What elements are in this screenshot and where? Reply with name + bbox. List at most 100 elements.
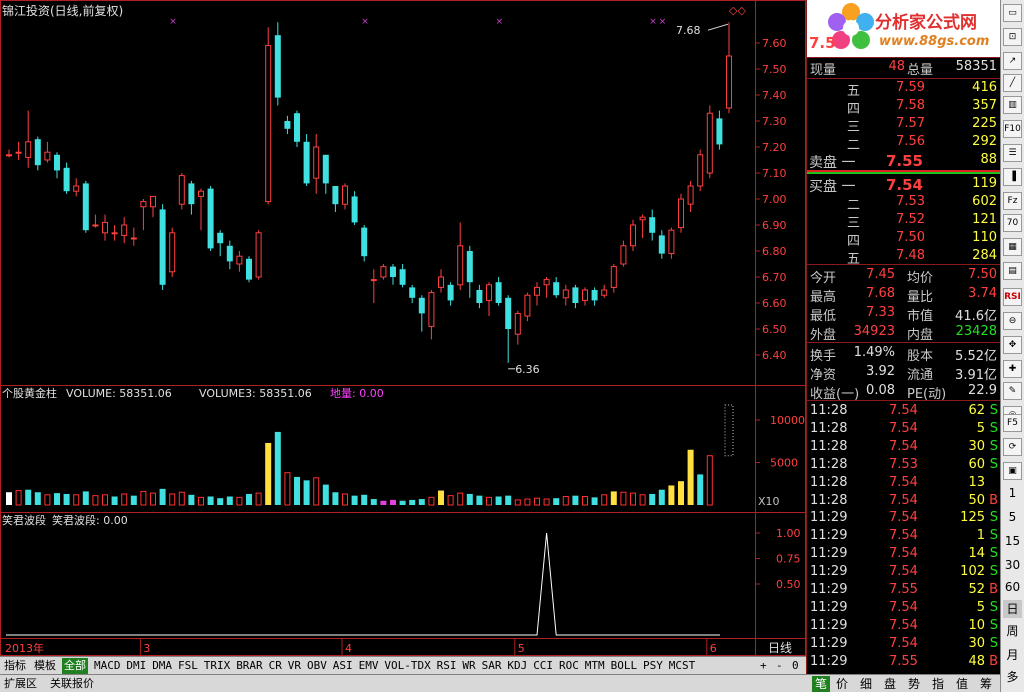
bid-price: 7.54 bbox=[885, 176, 923, 194]
panel-tab[interactable]: 值 bbox=[956, 676, 968, 692]
indicator-tab[interactable]: MACD bbox=[92, 658, 123, 674]
tab-control-button[interactable]: 0 bbox=[790, 658, 801, 674]
tick-price: 7.54 bbox=[889, 564, 918, 580]
tab-control-button[interactable]: + bbox=[758, 658, 769, 674]
candle-body bbox=[678, 198, 684, 229]
tool-green-icon[interactable]: ▣ bbox=[1003, 462, 1022, 480]
candle-body bbox=[543, 279, 550, 286]
tool-period-5[interactable]: 5 bbox=[1003, 508, 1022, 526]
indicator-tab[interactable]: FSL bbox=[176, 658, 200, 674]
stat-row: 收益(一) 0.08 PE(动) 22.9 bbox=[807, 382, 1001, 402]
indicator-tab[interactable]: VR bbox=[286, 658, 303, 674]
tick-time: 11:28 bbox=[810, 420, 848, 436]
panel-tab[interactable]: 势 bbox=[908, 676, 920, 692]
tool-plus-icon[interactable]: ✚ bbox=[1003, 360, 1022, 378]
tool-move-icon[interactable]: ✥ bbox=[1003, 336, 1022, 354]
indicator-tab[interactable]: OBV bbox=[305, 658, 329, 674]
volume-bar bbox=[313, 477, 320, 506]
indicator-tab[interactable]: MCST bbox=[667, 658, 698, 674]
indicator-tab[interactable]: SAR bbox=[480, 658, 504, 674]
tool-period-day[interactable]: 日 bbox=[1003, 600, 1022, 618]
tick-price: 7.54 bbox=[889, 403, 918, 418]
tool-window-icon[interactable]: ▭ bbox=[1003, 4, 1022, 22]
tool-period-15[interactable]: 15 bbox=[1003, 532, 1022, 550]
indicator-tab[interactable]: CCI bbox=[531, 658, 555, 674]
indicator-tab[interactable]: DMI bbox=[124, 658, 148, 674]
indicator-tab[interactable]: EMV bbox=[357, 658, 381, 674]
tool-zoom-icon[interactable]: ⊡ bbox=[1003, 28, 1022, 46]
tool-bar-icon[interactable]: ▥ bbox=[1003, 96, 1022, 114]
indicator-tab[interactable]: BRAR bbox=[234, 658, 265, 674]
tick-side: S bbox=[989, 635, 998, 651]
indicator-tab[interactable]: MTM bbox=[583, 658, 607, 674]
tool-grid-icon[interactable]: ▤ bbox=[1003, 262, 1022, 280]
indicator-tab[interactable]: CR bbox=[267, 658, 284, 674]
tool-pen-icon[interactable]: ✎ bbox=[1003, 382, 1022, 400]
panel-tab[interactable]: 盘 bbox=[884, 676, 896, 692]
tick-time: 11:28 bbox=[810, 438, 848, 454]
panel-tab[interactable]: 笔 bbox=[812, 676, 831, 692]
tool-period-30[interactable]: 30 bbox=[1003, 556, 1022, 574]
candle-body bbox=[217, 232, 224, 244]
kline-chart-area[interactable]: 锦江投资(日线,前复权) ◇◇ 7.60 7.50 7.40 7.30 7.20 7.10… bbox=[0, 0, 806, 656]
tool-calc-icon[interactable]: 70 bbox=[1003, 214, 1022, 232]
indicator-tab[interactable]: TRIX bbox=[202, 658, 233, 674]
extension-tab[interactable]: 关联报价 bbox=[48, 676, 96, 692]
tab-control-button[interactable]: - bbox=[774, 658, 785, 674]
stat-value: 23428 bbox=[955, 324, 997, 339]
indicator-tab[interactable]: BOLL bbox=[609, 658, 640, 674]
tool-zoomout-icon[interactable]: ⊖ bbox=[1003, 312, 1022, 330]
signal-marker-icon: × bbox=[169, 17, 177, 27]
tool-rsi-button[interactable]: RSI bbox=[1003, 288, 1022, 306]
tool-trend-icon[interactable]: ↗ bbox=[1003, 52, 1022, 70]
candle-body bbox=[303, 141, 310, 184]
signal-marker-icon: × bbox=[361, 17, 369, 27]
indicator-tab[interactable]: WR bbox=[460, 658, 477, 674]
tick-volume: 5 bbox=[976, 599, 985, 615]
extension-tab[interactable]: 扩展区 bbox=[2, 676, 39, 692]
indicator-tab[interactable]: ASI bbox=[331, 658, 355, 674]
tool-period-month[interactable]: 月 bbox=[1003, 646, 1022, 664]
tool-f10-button[interactable]: F10 bbox=[1003, 120, 1022, 138]
indicator-tab[interactable]: PSY bbox=[641, 658, 665, 674]
ask-bid-divider-green bbox=[807, 172, 1001, 174]
tool-period-1[interactable]: 1 bbox=[1003, 484, 1022, 502]
tool-period-60[interactable]: 60 bbox=[1003, 578, 1022, 596]
indicator-tab[interactable]: ROC bbox=[557, 658, 581, 674]
bid-row: 五 7.48 284 bbox=[807, 247, 1001, 267]
candle-body bbox=[274, 35, 281, 98]
bid-row: 三 7.52 121 bbox=[807, 211, 1001, 231]
tool-line-icon[interactable]: ╱ bbox=[1003, 74, 1022, 92]
tool-chart-icon[interactable]: ▦ bbox=[1003, 238, 1022, 256]
tool-fiz-icon[interactable]: Fz bbox=[1003, 192, 1022, 210]
indicator-tab[interactable]: DMA bbox=[150, 658, 174, 674]
panel-tab[interactable]: 细 bbox=[860, 676, 872, 692]
indicator-tab[interactable]: 指标 bbox=[2, 658, 28, 674]
panel-tab[interactable]: 筹 bbox=[980, 676, 992, 692]
indicator-tab[interactable]: 全部 bbox=[62, 658, 88, 674]
panel-tab[interactable]: 指 bbox=[932, 676, 944, 692]
ask-label: 卖盘 一 bbox=[809, 155, 856, 171]
volume-bar bbox=[466, 493, 473, 505]
volume-bar bbox=[562, 496, 569, 506]
tool-f5-button[interactable]: F5 bbox=[1003, 414, 1022, 432]
chart-ctrl-icon[interactable]: ◇◇ bbox=[729, 4, 746, 17]
indicator-tab[interactable]: RSI bbox=[435, 658, 459, 674]
tool-period-multi[interactable]: 多 bbox=[1003, 668, 1022, 686]
tool-kline-icon[interactable]: ▐ bbox=[1003, 168, 1022, 186]
indicator-tab[interactable]: VOL-TDX bbox=[382, 658, 432, 674]
ask-row: 二 7.56 292 bbox=[807, 133, 1001, 153]
volume-bar bbox=[169, 493, 176, 506]
stat-label: 市值 bbox=[907, 309, 934, 324]
indicator-tab[interactable]: KDJ bbox=[505, 658, 529, 674]
period-label[interactable]: 日线 bbox=[768, 641, 792, 655]
stat-value: 5.52亿 bbox=[955, 349, 997, 364]
volume-bar bbox=[255, 492, 262, 506]
panel-tab[interactable]: 价 bbox=[836, 676, 848, 692]
tool-period-week[interactable]: 周 bbox=[1003, 622, 1022, 640]
indicator-tab[interactable]: 模板 bbox=[32, 658, 58, 674]
candle-body bbox=[332, 186, 339, 205]
tool-refresh-icon[interactable]: ⟳ bbox=[1003, 438, 1022, 456]
tool-list-icon[interactable]: ☰ bbox=[1003, 144, 1022, 162]
tick-row: 11:29 7.55 52 B bbox=[807, 581, 1001, 599]
